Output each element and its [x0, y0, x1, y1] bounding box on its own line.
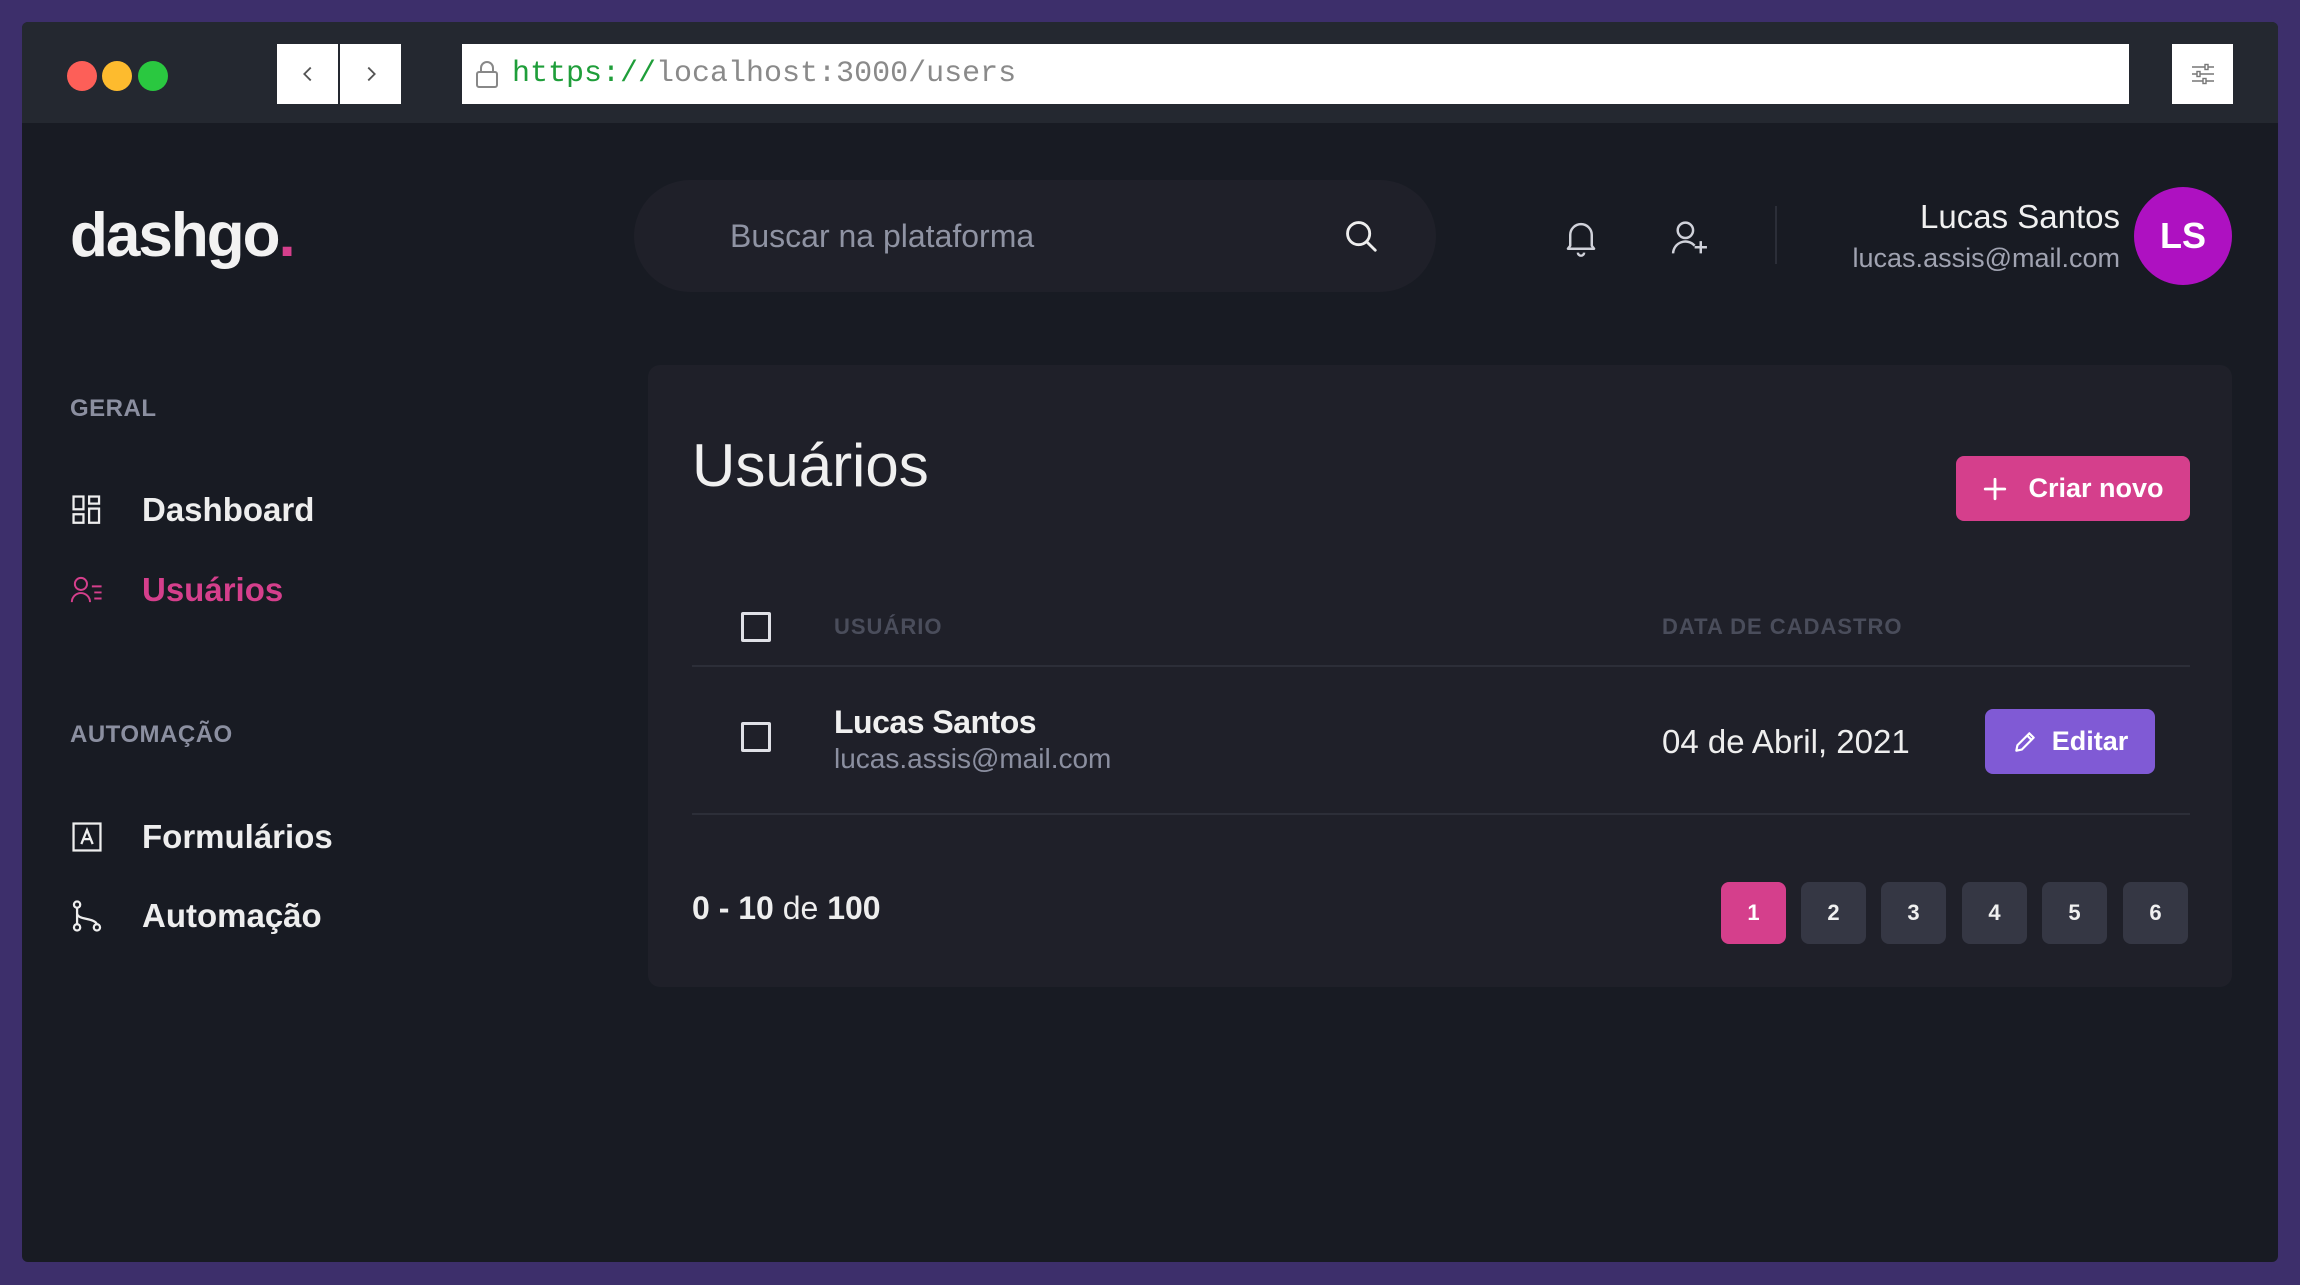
column-header-data-cadastro: DATA DE CADASTRO [1662, 614, 1903, 639]
back-button[interactable] [277, 44, 338, 104]
page-button-2[interactable]: 2 [1801, 882, 1866, 944]
create-new-label: Criar novo [2028, 473, 2164, 503]
page-title: Usuários [692, 432, 929, 499]
edit-label: Editar [2051, 726, 2129, 756]
row-user-email: lucas.assis@mail.com [834, 743, 1112, 774]
row-checkbox[interactable] [741, 722, 771, 752]
sidebar-item-label: Dashboard [142, 491, 315, 528]
url-scheme: https:// [512, 57, 657, 91]
dashboard-icon [70, 493, 104, 527]
browser-window: https://localhost:3000/users dashgo. Bus… [22, 22, 2278, 1262]
row-registration-date: 04 de Abril, 2021 [1662, 723, 1910, 760]
sliders-icon [2190, 63, 2216, 85]
url-path: localhost:3000/users [656, 57, 1017, 91]
logo-dot: . [278, 201, 295, 270]
bell-icon[interactable] [1562, 218, 1600, 258]
pagination-total: 100 [827, 890, 881, 926]
user-name: Lucas Santos [1920, 198, 2120, 235]
app-logo[interactable]: dashgo. [70, 200, 296, 271]
create-new-button[interactable]: Criar novo [1956, 456, 2190, 521]
header-divider [1775, 206, 1777, 264]
select-all-checkbox[interactable] [741, 612, 771, 642]
pagination-range: 0 - 10 [692, 890, 774, 926]
header-divider [692, 665, 2190, 667]
pagination-info: 0 - 10 de 100 [692, 890, 881, 927]
sidebar-item-label: Usuários [142, 571, 284, 608]
row-divider [692, 813, 2190, 815]
browser-toolbar: https://localhost:3000/users [22, 22, 2278, 123]
page-button-5[interactable]: 5 [2042, 882, 2107, 944]
column-header-usuario: USUÁRIO [834, 614, 943, 639]
automation-icon [70, 899, 104, 933]
address-bar[interactable]: https://localhost:3000/users [462, 44, 2129, 104]
sidebar-section-geral: GERAL [70, 395, 157, 422]
chevron-left-icon [297, 63, 319, 85]
sidebar-section-automacao: AUTOMAÇÃO [70, 721, 233, 748]
minimize-window-button[interactable] [102, 61, 132, 91]
sidebar-item-label: Formulários [142, 818, 333, 855]
close-window-button[interactable] [67, 61, 97, 91]
sidebar-item-automacao[interactable]: Automação [70, 897, 322, 935]
chevron-right-icon [360, 63, 382, 85]
search-icon[interactable] [1342, 217, 1380, 255]
edit-button[interactable]: Editar [1985, 709, 2155, 774]
sidebar-item-formularios[interactable]: Formulários [70, 818, 333, 856]
search-input[interactable]: Buscar na plataforma [730, 218, 1342, 255]
add-user-icon[interactable] [1670, 218, 1710, 258]
pencil-icon [2012, 729, 2038, 755]
logo-text: dashgo [70, 201, 280, 270]
users-panel: Usuários Criar novo USUÁRIO DATA DE CADA… [648, 365, 2232, 987]
sidebar-item-label: Automação [142, 897, 322, 934]
page-button-4[interactable]: 4 [1962, 882, 2027, 944]
pagination-of: de [782, 890, 819, 926]
search-bar[interactable]: Buscar na plataforma [634, 180, 1436, 292]
user-email: lucas.assis@mail.com [1852, 243, 2120, 273]
maximize-window-button[interactable] [138, 61, 168, 91]
page-button-1[interactable]: 1 [1721, 882, 1786, 944]
row-user-name: Lucas Santos [834, 704, 1037, 740]
forms-icon [70, 820, 104, 854]
users-icon [70, 573, 104, 607]
browser-settings-button[interactable] [2172, 44, 2233, 104]
forward-button[interactable] [340, 44, 401, 104]
sidebar-item-dashboard[interactable]: Dashboard [70, 491, 314, 529]
lock-icon [474, 59, 500, 89]
page-button-6[interactable]: 6 [2123, 882, 2188, 944]
sidebar-item-usuarios[interactable]: Usuários [70, 571, 283, 609]
page-button-3[interactable]: 3 [1881, 882, 1946, 944]
plus-icon [1982, 476, 2008, 502]
avatar[interactable]: LS [2134, 187, 2232, 285]
